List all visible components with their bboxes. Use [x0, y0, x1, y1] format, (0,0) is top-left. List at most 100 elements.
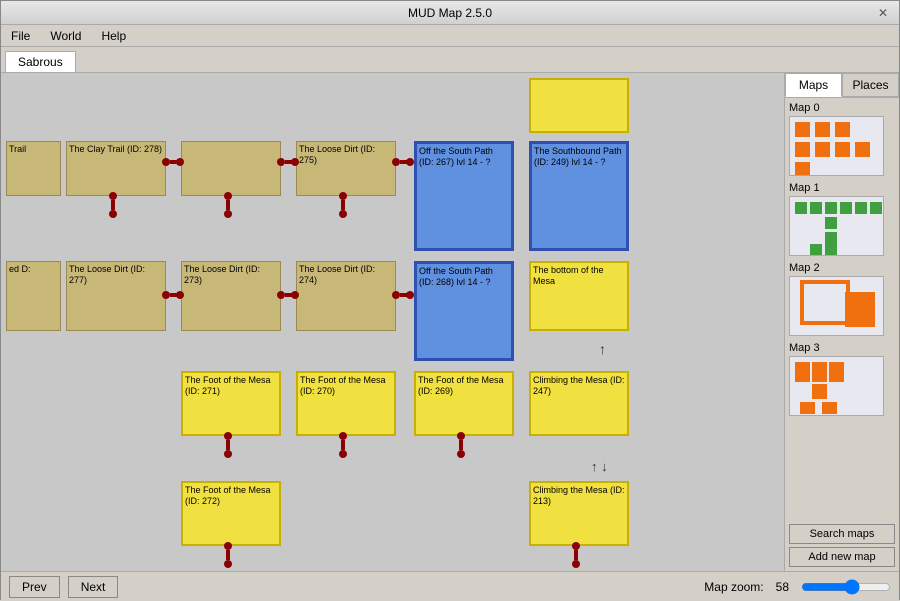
thumb-cell	[810, 244, 822, 256]
thumb-cell	[825, 217, 837, 229]
connector-dot	[339, 192, 347, 200]
thumb-cell	[835, 142, 850, 157]
connector-line	[226, 440, 230, 450]
room-10[interactable]: The Loose Dirt (ID: 274)	[296, 261, 396, 331]
room-4[interactable]: Off the South Path (ID: 267) lvl 14 - ?	[414, 141, 514, 251]
connector-dot	[457, 432, 465, 440]
connector-dot	[406, 158, 414, 166]
map-thumb-1[interactable]	[789, 196, 884, 256]
connector-dot	[224, 560, 232, 568]
thumb-cell	[812, 362, 827, 382]
map-entry-0: Map 0	[789, 102, 895, 176]
thumb-cell	[855, 142, 870, 157]
room-18[interactable]: Climbing the Mesa (ID: 213)	[529, 481, 629, 546]
menu-bar: File World Help	[1, 25, 899, 47]
title-bar: MUD Map 2.5.0 ✕	[1, 1, 899, 25]
room-13[interactable]: The Foot of the Mesa (ID: 271)	[181, 371, 281, 436]
map-thumb-3[interactable]	[789, 356, 884, 416]
room-2[interactable]	[181, 141, 281, 196]
room-16[interactable]: Climbing the Mesa (ID: 247)	[529, 371, 629, 436]
zoom-slider[interactable]	[801, 579, 891, 595]
zoom-value: 58	[776, 580, 789, 594]
connector-line	[574, 550, 578, 560]
connector-dot	[291, 158, 299, 166]
app-title: MUD Map 2.5.0	[408, 6, 492, 20]
connector-dot	[224, 450, 232, 458]
close-icon[interactable]: ✕	[875, 5, 891, 21]
tab-sabrous[interactable]: Sabrous	[5, 51, 76, 72]
connector-dot	[572, 560, 580, 568]
connector-line	[341, 440, 345, 450]
room-7[interactable]: ed D:	[6, 261, 61, 331]
room-5[interactable]	[529, 78, 629, 133]
thumb-cell	[795, 202, 807, 214]
room-1[interactable]: The Clay Trail (ID: 278)	[66, 141, 166, 196]
panel-tab-places[interactable]: Places	[842, 73, 899, 97]
room-14[interactable]: The Foot of the Mesa (ID: 270)	[296, 371, 396, 436]
room-3[interactable]: The Loose Dirt (ID: 275)	[296, 141, 396, 196]
room-9[interactable]: The Loose Dirt (ID: 273)	[181, 261, 281, 331]
connector-line	[111, 200, 115, 210]
status-bar: Prev Next Map zoom: 58	[1, 571, 899, 601]
connector-dot	[109, 210, 117, 218]
room-8[interactable]: The Loose Dirt (ID: 277)	[66, 261, 166, 331]
arrow-up-1: ↑	[599, 341, 606, 357]
panel-tabs: Maps Places	[785, 73, 899, 98]
thumb-cell	[812, 384, 827, 399]
map-entry-2: Map 2	[789, 262, 895, 336]
connector-dot	[392, 158, 400, 166]
map-entry-1: Map 1	[789, 182, 895, 256]
next-button[interactable]: Next	[68, 576, 119, 598]
arrow-updown: ↑ ↓	[591, 459, 608, 474]
room-12[interactable]: The bottom of the Mesa	[529, 261, 629, 331]
map-thumb-0[interactable]	[789, 116, 884, 176]
menu-help[interactable]: Help	[95, 27, 132, 45]
map-list[interactable]: Map 0 Map 1 Map 2 Map 3	[785, 98, 899, 520]
search-maps-button[interactable]: Search maps	[789, 524, 895, 544]
thumb-cell	[855, 202, 867, 214]
thumb-cell	[795, 122, 810, 137]
thumb-cell	[815, 142, 830, 157]
connector-dot	[392, 291, 400, 299]
connector-dot	[109, 192, 117, 200]
right-panel: Maps Places Map 0 Map 1 Map 2 Map 3	[784, 73, 899, 571]
panel-tab-maps[interactable]: Maps	[785, 73, 842, 97]
add-new-map-button[interactable]: Add new map	[789, 547, 895, 567]
connector-dot	[176, 158, 184, 166]
thumb-cell	[825, 244, 837, 256]
room-11[interactable]: Off the South Path (ID: 268) lvl 14 - ?	[414, 261, 514, 361]
room-15[interactable]: The Foot of the Mesa (ID: 269)	[414, 371, 514, 436]
menu-world[interactable]: World	[44, 27, 87, 45]
room-0[interactable]: Trail	[6, 141, 61, 196]
thumb-cell	[822, 402, 837, 414]
tab-bar: Sabrous	[1, 47, 899, 73]
thumb-cell	[825, 232, 837, 244]
connector-dot	[572, 542, 580, 550]
map-canvas[interactable]: TrailThe Clay Trail (ID: 278) The Loose D…	[1, 73, 784, 571]
connector-dot	[224, 542, 232, 550]
menu-file[interactable]: File	[5, 27, 36, 45]
thumb-cell	[845, 292, 875, 327]
connector-dot	[224, 432, 232, 440]
map-label-1: Map 1	[789, 182, 895, 194]
thumb-cell	[835, 122, 850, 137]
prev-button[interactable]: Prev	[9, 576, 60, 598]
thumb-cell	[825, 202, 837, 214]
connector-line	[226, 200, 230, 210]
map-entry-3: Map 3	[789, 342, 895, 416]
connector-dot	[339, 450, 347, 458]
map-label-2: Map 2	[789, 262, 895, 274]
thumb-cell	[795, 142, 810, 157]
connector-dot	[224, 210, 232, 218]
map-thumb-2[interactable]	[789, 276, 884, 336]
connector-line	[459, 440, 463, 450]
thumb-cell	[815, 122, 830, 137]
thumb-cell	[840, 202, 852, 214]
connector-dot	[162, 291, 170, 299]
room-6[interactable]: The Southbound Path (ID: 249) lvl 14 - ?	[529, 141, 629, 251]
connector-line	[226, 550, 230, 560]
room-17[interactable]: The Foot of the Mesa (ID: 272)	[181, 481, 281, 546]
thumb-cell	[829, 362, 844, 382]
thumb-cell	[795, 362, 810, 382]
connector-dot	[224, 192, 232, 200]
